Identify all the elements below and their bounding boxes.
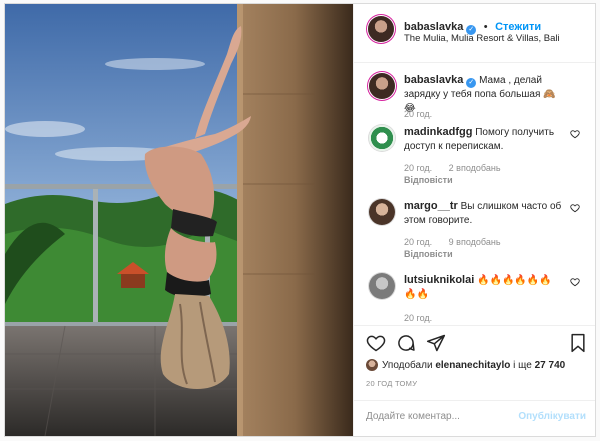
caption-username[interactable]: babaslavka <box>404 74 463 86</box>
caption-meta: 20 год. <box>404 109 446 119</box>
add-comment-bar: Додайте коментар... Опублікувати <box>354 400 595 436</box>
comment-item: margo__tr Вы слишком часто об этом говор… <box>364 199 586 259</box>
author-avatar[interactable] <box>368 16 394 42</box>
post-time-ago[interactable]: 20 ГОД ТОМУ <box>366 379 417 388</box>
comment-likes[interactable]: 2 вподобань <box>449 163 501 173</box>
comment-time[interactable]: 20 год. <box>404 313 432 323</box>
likes-middle: і ще <box>513 360 532 371</box>
follow-button[interactable]: Стежити <box>495 21 541 33</box>
likes-prefix: Уподобали <box>382 360 433 371</box>
heart-icon[interactable] <box>570 129 580 139</box>
reply-button[interactable]: Відповісти <box>404 175 453 185</box>
publish-button[interactable]: Опублікувати <box>518 411 586 422</box>
caption: babaslavka ✓ Мама , делай зарядку у тебя … <box>364 73 586 131</box>
comment-input[interactable]: Додайте коментар... <box>366 411 460 422</box>
share-icon[interactable] <box>426 333 446 353</box>
post-photo[interactable] <box>5 4 353 436</box>
comment-meta: 20 год. 9 вподобань <box>404 237 515 247</box>
heart-icon[interactable] <box>570 277 580 287</box>
likes-summary: Уподобали elenanechitaylo і ще 27 740 <box>366 359 565 371</box>
comment-time[interactable]: 20 год. <box>404 163 432 173</box>
verified-icon: ✓ <box>466 78 477 88</box>
comment-text-block: margo__tr Вы слишком часто об этом говор… <box>404 199 564 228</box>
comment-username[interactable]: madinkadfgg <box>404 126 472 138</box>
comment-text-block: madinkadfgg Помогу получить доступ к пер… <box>404 125 564 154</box>
post-location[interactable]: The Mulia, Mulia Resort & Villas, Bali <box>404 33 560 44</box>
comments-list[interactable]: babaslavka ✓ Мама , делай зарядку у тебя … <box>354 63 595 325</box>
comment-meta: 20 год. <box>404 313 446 323</box>
post-header: babaslavka ✓ • Стежити The Mulia, Mulia R… <box>354 4 595 63</box>
comment-likes[interactable]: 9 вподобань <box>449 237 501 247</box>
comment-item: madinkadfgg Помогу получить доступ к пер… <box>364 125 586 185</box>
photo-illustration <box>5 4 353 436</box>
heart-icon[interactable] <box>366 333 386 353</box>
caption-avatar[interactable] <box>369 73 395 99</box>
post-sidebar: babaslavka ✓ • Стежити The Mulia, Mulia R… <box>353 4 595 436</box>
author-username[interactable]: babaslavka <box>404 21 463 33</box>
liker-username[interactable]: elenanechitaylo <box>435 360 510 371</box>
comment-username[interactable]: lutsiuknikolai <box>404 274 474 286</box>
action-bar <box>354 325 595 360</box>
reply-button[interactable]: Відповісти <box>404 249 453 259</box>
likes-count[interactable]: 27 740 <box>535 360 566 371</box>
separator-dot: • <box>483 21 488 33</box>
liker-avatar[interactable] <box>366 359 378 371</box>
comment-item: lutsiuknikolai 🔥🔥🔥🔥🔥🔥🔥🔥 20 год. <box>364 273 586 325</box>
caption-time[interactable]: 20 год. <box>404 109 432 119</box>
bookmark-icon[interactable] <box>568 333 588 353</box>
comment-meta: 20 год. 2 вподобань <box>404 163 515 173</box>
comment-avatar[interactable] <box>369 273 395 299</box>
comment-text-block: lutsiuknikolai 🔥🔥🔥🔥🔥🔥🔥🔥 <box>404 273 564 302</box>
comment-icon[interactable] <box>396 333 416 353</box>
comment-avatar[interactable] <box>369 199 395 225</box>
comment-avatar[interactable] <box>369 125 395 151</box>
instagram-post: babaslavka ✓ • Стежити The Mulia, Mulia R… <box>4 3 596 437</box>
heart-icon[interactable] <box>570 203 580 213</box>
comment-username[interactable]: margo__tr <box>404 200 458 212</box>
comment-time[interactable]: 20 год. <box>404 237 432 247</box>
